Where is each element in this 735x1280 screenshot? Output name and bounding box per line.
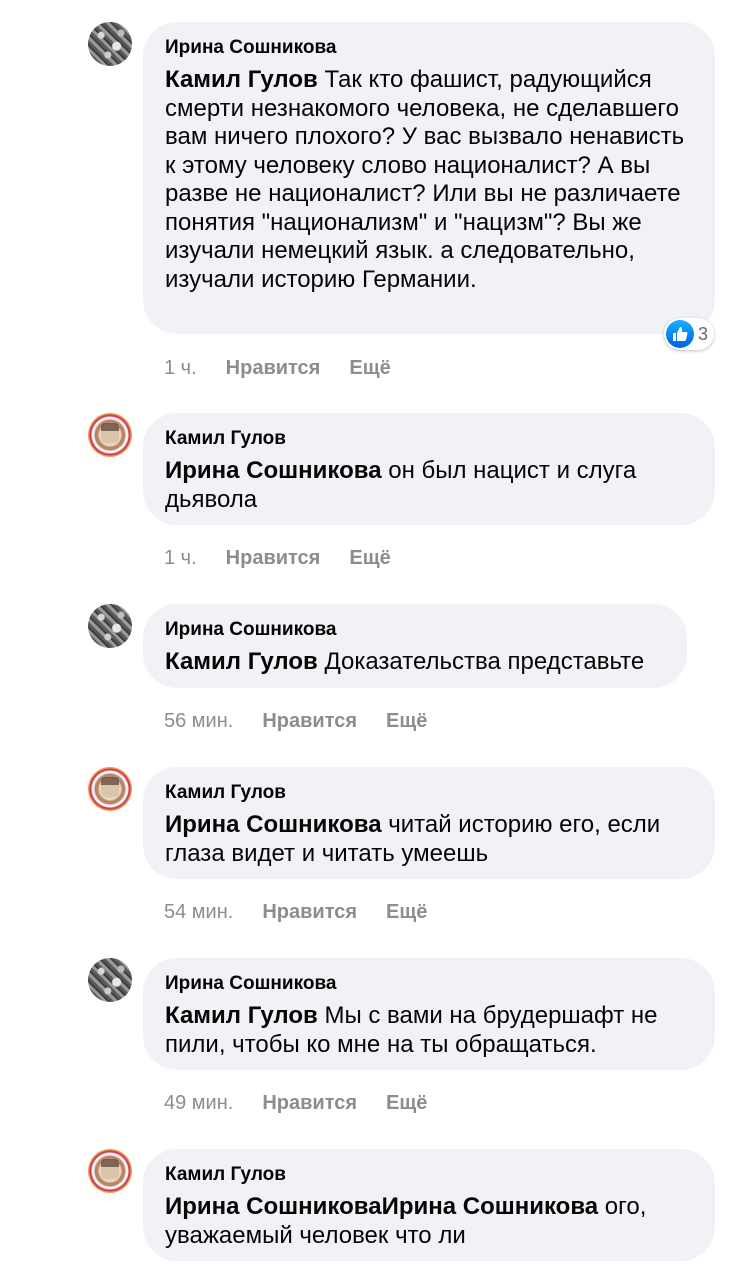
comment-text: Камил Гулов Мы с вами на брудершафт не п… xyxy=(165,1002,693,1059)
mention-link[interactable]: Ирина Сошникова xyxy=(165,457,382,484)
comment-text: Ирина СошниковаИрина Сошникова ого, уваж… xyxy=(165,1193,693,1250)
avatar[interactable] xyxy=(88,604,132,648)
comment-actions: 1 ч. Нравится Ещё xyxy=(164,356,391,380)
comment-thread: Ирина Сошникова Камил Гулов Так кто фаши… xyxy=(0,0,735,1280)
comment-text: Камил Гулов Так кто фашист, радующийся с… xyxy=(165,66,693,294)
comment-actions: 1 ч. Нравится Ещё xyxy=(164,546,391,570)
comment-bubble: Ирина Сошникова Камил Гулов Так кто фаши… xyxy=(143,22,715,334)
mention-link[interactable]: Ирина СошниковаИрина Сошникова xyxy=(165,1193,598,1220)
comment-author[interactable]: Камил Гулов xyxy=(165,1163,693,1187)
avatar[interactable] xyxy=(88,22,132,66)
avatar[interactable] xyxy=(88,958,132,1002)
comment-author[interactable]: Ирина Сошникова xyxy=(165,618,665,642)
mention-link[interactable]: Камил Гулов xyxy=(165,66,318,93)
more-button[interactable]: Ещё xyxy=(386,900,427,924)
more-button[interactable]: Ещё xyxy=(349,546,390,570)
comment-bubble: Камил Гулов Ирина СошниковаИрина Сошнико… xyxy=(143,1149,715,1261)
comment-timestamp[interactable]: 56 мин. xyxy=(164,709,233,733)
more-button[interactable]: Ещё xyxy=(386,1091,427,1115)
comment-timestamp[interactable]: 1 ч. xyxy=(164,546,197,570)
comment-timestamp[interactable]: 49 мин. xyxy=(164,1091,233,1115)
comment-timestamp[interactable]: 54 мин. xyxy=(164,900,233,924)
comment-bubble: Ирина Сошникова Камил Гулов Доказательст… xyxy=(143,604,687,688)
comment-body: Так кто фашист, радующийся смерти незнак… xyxy=(165,66,685,293)
comment-body: Доказательства представьте xyxy=(317,648,645,675)
like-button[interactable]: Нравится xyxy=(226,546,321,570)
comment-actions: 56 мин. Нравится Ещё xyxy=(164,709,427,733)
avatar[interactable] xyxy=(88,413,132,457)
comment-author[interactable]: Камил Гулов xyxy=(165,781,693,805)
reaction-count: 3 xyxy=(698,323,709,344)
comment-author[interactable]: Ирина Сошникова xyxy=(165,36,693,60)
like-reaction-icon xyxy=(666,320,694,348)
comment-bubble: Камил Гулов Ирина Сошникова читай истори… xyxy=(143,767,715,879)
like-button[interactable]: Нравится xyxy=(262,1091,357,1115)
like-button[interactable]: Нравится xyxy=(262,709,357,733)
mention-link[interactable]: Камил Гулов xyxy=(165,1002,318,1029)
mention-link[interactable]: Ирина Сошникова xyxy=(165,811,382,838)
like-button[interactable]: Нравится xyxy=(262,900,357,924)
more-button[interactable]: Ещё xyxy=(349,356,390,380)
comment-timestamp[interactable]: 1 ч. xyxy=(164,356,197,380)
reaction-summary[interactable]: 3 xyxy=(664,318,715,350)
comment-text: Ирина Сошникова он был нацист и слуга дь… xyxy=(165,457,693,514)
more-button[interactable]: Ещё xyxy=(386,709,427,733)
avatar[interactable] xyxy=(88,767,132,811)
comment-text: Ирина Сошникова читай историю его, если … xyxy=(165,811,693,868)
comment-author[interactable]: Ирина Сошникова xyxy=(165,972,693,996)
comment-text: Камил Гулов Доказательства представьте xyxy=(165,648,665,677)
comment-actions: 49 мин. Нравится Ещё xyxy=(164,1091,427,1115)
mention-link[interactable]: Камил Гулов xyxy=(165,648,318,675)
avatar[interactable] xyxy=(88,1149,132,1193)
comment-bubble: Камил Гулов Ирина Сошникова он был нацис… xyxy=(143,413,715,525)
comment-author[interactable]: Камил Гулов xyxy=(165,427,693,451)
comment-actions: 54 мин. Нравится Ещё xyxy=(164,900,427,924)
comment-bubble: Ирина Сошникова Камил Гулов Мы с вами на… xyxy=(143,958,715,1070)
like-button[interactable]: Нравится xyxy=(226,356,321,380)
